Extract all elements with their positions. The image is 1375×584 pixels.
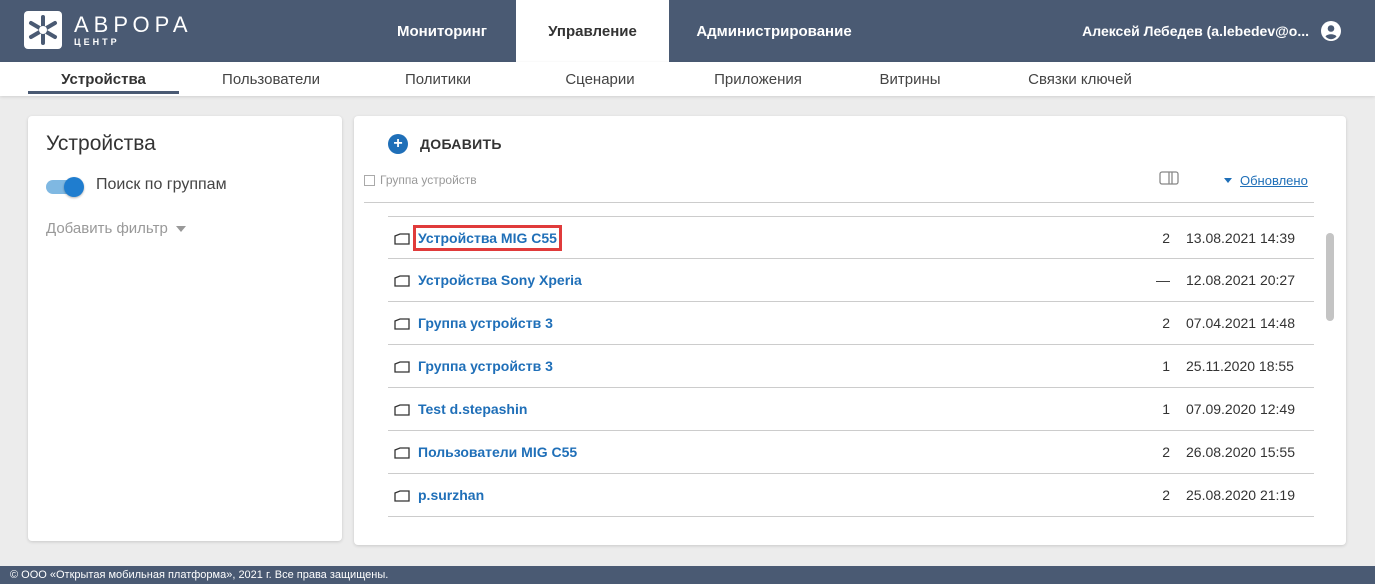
columns-icon[interactable] <box>1159 171 1179 185</box>
subtab-applications[interactable]: Приложения <box>688 62 828 96</box>
tab-label: Мониторинг <box>397 22 487 40</box>
subtab-keychains[interactable]: Связки ключей <box>1010 62 1150 96</box>
top-bar: АВРОРА ЦЕНТР Мониторинг Управление Админ… <box>0 0 1375 62</box>
list-item[interactable]: Группа устройств 3 2 07.04.2021 14:48 <box>388 302 1314 345</box>
list-item[interactable]: Пользователи MIG C55 2 26.08.2020 15:55 <box>388 431 1314 474</box>
device-count: 1 <box>1162 358 1170 374</box>
subtab-label: Витрины <box>879 70 941 88</box>
device-groups-panel: + ДОБАВИТЬ Группа устройств Обновлено Ус… <box>354 116 1346 545</box>
device-count: 2 <box>1162 487 1170 503</box>
sort-down-icon <box>1224 178 1232 183</box>
add-filter-label: Добавить фильтр <box>46 220 168 237</box>
device-count: 2 <box>1162 444 1170 460</box>
subtab-devices[interactable]: Устройства <box>28 62 179 96</box>
subtab-scenarios[interactable]: Сценарии <box>530 62 670 96</box>
logo-title: АВРОРА <box>74 11 193 37</box>
footer: © ООО «Открытая мобильная платформа», 20… <box>0 566 1375 584</box>
folder-icon <box>394 404 410 416</box>
toggle-label: Поиск по группам <box>96 176 227 193</box>
tab-administration[interactable]: Администрирование <box>669 0 879 62</box>
sort-updated[interactable]: Обновлено <box>1224 173 1308 188</box>
group-name[interactable]: Устройства MIG C55 <box>413 225 562 251</box>
sub-navigation: Устройства Пользователи Политики Сценари… <box>0 62 1375 96</box>
tab-management[interactable]: Управление <box>516 0 669 62</box>
select-all-checkbox[interactable] <box>364 175 375 186</box>
folder-icon <box>394 318 410 330</box>
subtab-policies[interactable]: Политики <box>368 62 508 96</box>
list-item[interactable]: Test d.stepashin 1 07.09.2020 12:49 <box>388 388 1314 431</box>
header-divider <box>364 202 1314 203</box>
updated-date: 12.08.2021 20:27 <box>1186 272 1295 288</box>
add-button[interactable]: + ДОБАВИТЬ <box>388 134 502 154</box>
filter-panel: Устройства Поиск по группам Добавить фил… <box>28 116 342 541</box>
list-item[interactable]: Группа устройств 3 1 25.11.2020 18:55 <box>388 345 1314 388</box>
user-name: Алексей Лебедев (a.lebedev@o... <box>1082 23 1309 39</box>
toggle-knob <box>64 177 84 197</box>
footer-copyright: © ООО «Открытая мобильная платформа», 20… <box>10 569 389 581</box>
subtab-label: Политики <box>404 70 472 88</box>
chevron-down-icon <box>175 225 186 232</box>
tab-label: Администрирование <box>696 22 852 40</box>
logo[interactable]: АВРОРА ЦЕНТР <box>24 8 193 52</box>
subtab-label: Пользователи <box>222 70 320 88</box>
folder-icon <box>394 447 410 459</box>
list-item[interactable]: Устройства Sony Xperia — 12.08.2021 20:2… <box>388 259 1314 302</box>
group-name[interactable]: p.surzhan <box>418 487 484 503</box>
device-count: 1 <box>1162 401 1170 417</box>
subtab-label: Приложения <box>714 70 802 88</box>
device-count: 2 <box>1162 230 1170 246</box>
updated-date: 07.04.2021 14:48 <box>1186 315 1295 331</box>
subtab-label: Связки ключей <box>1028 70 1132 88</box>
folder-icon <box>394 233 410 245</box>
group-name[interactable]: Группа устройств 3 <box>418 315 553 331</box>
group-name[interactable]: Test d.stepashin <box>418 401 527 417</box>
subtab-label: Сценарии <box>565 70 635 88</box>
logo-subtitle: ЦЕНТР <box>74 36 120 47</box>
account-circle-icon <box>1321 21 1341 41</box>
subtab-label: Устройства <box>61 70 146 88</box>
panel-title: Устройства <box>46 132 156 155</box>
add-filter-dropdown[interactable]: Добавить фильтр <box>46 220 186 237</box>
list-item[interactable]: p.surzhan 2 25.08.2020 21:19 <box>388 474 1314 517</box>
aurora-logo-icon <box>24 11 62 49</box>
folder-icon <box>394 361 410 373</box>
folder-icon <box>394 490 410 502</box>
device-count: 2 <box>1162 315 1170 331</box>
subtab-users[interactable]: Пользователи <box>196 62 346 96</box>
updated-date: 25.11.2020 18:55 <box>1186 358 1294 374</box>
tab-monitoring[interactable]: Мониторинг <box>368 0 516 62</box>
list-item[interactable]: Устройства MIG C55 2 13.08.2021 14:39 <box>388 216 1314 259</box>
updated-date: 13.08.2021 14:39 <box>1186 230 1295 246</box>
list-scrollbar[interactable] <box>1326 233 1334 321</box>
group-name[interactable]: Устройства Sony Xperia <box>418 272 582 288</box>
add-button-label: ДОБАВИТЬ <box>420 136 502 152</box>
subtab-showcases[interactable]: Витрины <box>850 62 970 96</box>
sort-label: Обновлено <box>1240 173 1308 188</box>
updated-date: 25.08.2020 21:19 <box>1186 487 1295 503</box>
group-search-toggle[interactable] <box>46 177 84 197</box>
group-name[interactable]: Группа устройств 3 <box>418 358 553 374</box>
device-count: — <box>1156 272 1170 288</box>
plus-circle-icon: + <box>388 134 408 154</box>
group-name[interactable]: Пользователи MIG C55 <box>418 444 577 460</box>
folder-icon <box>394 275 410 287</box>
user-menu[interactable]: Алексей Лебедев (a.lebedev@o... <box>1082 0 1341 62</box>
updated-date: 26.08.2020 15:55 <box>1186 444 1295 460</box>
group-column-header: Группа устройств <box>380 173 477 187</box>
tab-label: Управление <box>548 22 637 40</box>
updated-date: 07.09.2020 12:49 <box>1186 401 1295 417</box>
